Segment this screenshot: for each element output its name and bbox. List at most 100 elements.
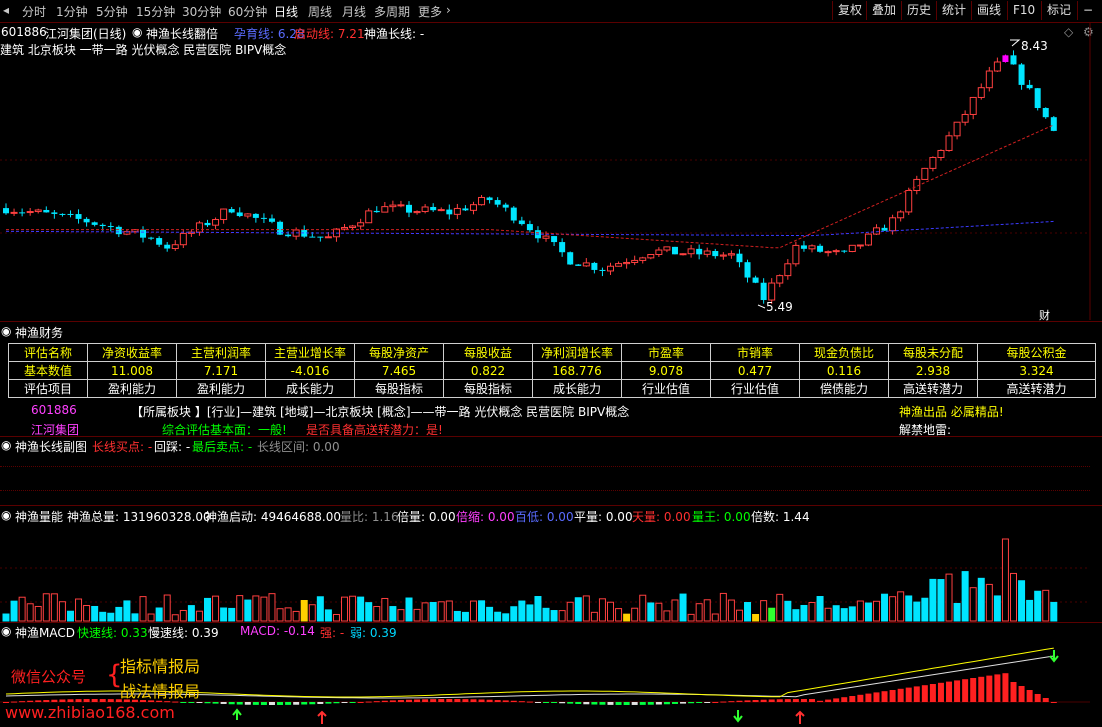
- macd-bar: [462, 699, 469, 702]
- watermark-line1: 指标情报局: [120, 657, 201, 676]
- candle-body: [655, 249, 663, 256]
- volume-bar: [413, 608, 421, 622]
- candle-body: [776, 275, 784, 284]
- macd-bar: [236, 702, 243, 705]
- macd-bar: [341, 702, 348, 703]
- volume-bar: [929, 578, 937, 622]
- macd-bar: [543, 702, 550, 703]
- macd-bar: [962, 679, 969, 702]
- divider: [0, 622, 1102, 623]
- macd-bar: [188, 702, 195, 703]
- candle-body: [889, 217, 897, 232]
- period-tab-1min[interactable]: 1分钟: [56, 3, 88, 20]
- candle-body: [309, 236, 316, 238]
- volume-bar: [341, 596, 349, 622]
- candle-body: [373, 210, 380, 213]
- period-tab-5min[interactable]: 5分钟: [96, 3, 128, 20]
- macd-bar: [897, 688, 904, 702]
- table-cell: 评估项目: [8, 379, 88, 398]
- volume-bar: [582, 595, 590, 622]
- volume-bar: [864, 602, 872, 622]
- candle-body: [848, 244, 856, 253]
- minimize-button[interactable]: −: [1077, 1, 1098, 20]
- table-row: 基本数值 11.008 7.171 -4.016 7.465 0.822 168…: [8, 361, 1096, 380]
- candle-body: [115, 226, 122, 235]
- macd-bar: [881, 691, 888, 702]
- candle-body: [647, 254, 655, 259]
- pane-collapse-icon[interactable]: ◉: [1, 438, 11, 452]
- volume-bar: [115, 606, 123, 622]
- volume-chart[interactable]: [0, 522, 1102, 622]
- macd-bar: [1010, 682, 1017, 702]
- overlay-button[interactable]: 叠加: [866, 1, 901, 20]
- pane-collapse-icon[interactable]: ◉: [1, 508, 11, 522]
- period-tab-30min[interactable]: 30分钟: [182, 3, 221, 20]
- history-button[interactable]: 历史: [901, 1, 936, 20]
- table-cell: 7.465: [354, 361, 444, 380]
- macd-bar: [905, 687, 912, 702]
- macd-bar: [244, 702, 251, 705]
- stats-button[interactable]: 统计: [936, 1, 971, 20]
- candle-body: [349, 225, 357, 228]
- volume-bar: [808, 602, 816, 622]
- draw-line-button[interactable]: 画线: [971, 1, 1006, 20]
- volume-bar: [228, 607, 236, 622]
- table-header-row: 评估名称 净资收益率 主营利润率 主营业增长率 每股净资产 每股收益 净利润增长…: [8, 343, 1096, 362]
- more-chevron-icon[interactable]: ›: [446, 3, 451, 17]
- macd-bar: [946, 681, 953, 702]
- macd-bar: [389, 700, 396, 702]
- mark-button[interactable]: 标记: [1041, 1, 1076, 20]
- table-cell: 0.822: [443, 361, 533, 380]
- period-tab-60min[interactable]: 60分钟: [228, 3, 267, 20]
- pane-collapse-icon[interactable]: ◉: [1, 624, 11, 638]
- volume-bar: [252, 595, 260, 622]
- period-tab-daily[interactable]: 日线: [274, 3, 298, 20]
- period-tab-multi[interactable]: 多周期: [374, 3, 410, 20]
- down-arrow-icon: [733, 710, 743, 723]
- volume-bar: [502, 613, 510, 622]
- volume-bar: [1034, 590, 1042, 622]
- candle-body: [469, 204, 477, 211]
- candle-body: [1034, 88, 1041, 109]
- period-tab-intraday[interactable]: 分时: [22, 3, 46, 20]
- volume-bar: [558, 610, 566, 622]
- macd-bar: [349, 702, 356, 703]
- macd-bar: [615, 702, 622, 705]
- low-marker-arrow: [757, 304, 766, 309]
- macd-bar: [67, 699, 74, 702]
- candle-body: [824, 251, 832, 254]
- price-chart[interactable]: [0, 22, 1102, 320]
- candle-body: [993, 61, 1001, 72]
- volume-bar: [139, 596, 147, 622]
- volume-bar: [969, 587, 977, 622]
- volume-bar: [977, 577, 985, 622]
- candle-body: [1026, 84, 1033, 89]
- macd-bar: [841, 697, 848, 702]
- table-cell: 2.938: [888, 361, 978, 380]
- macd-bar: [889, 690, 896, 702]
- candle-body: [486, 197, 493, 201]
- period-tab-monthly[interactable]: 月线: [342, 3, 366, 20]
- divider: [0, 505, 1102, 506]
- period-tab-more[interactable]: 更多: [418, 3, 442, 20]
- buy-arrow-icon: [317, 710, 327, 724]
- candle-body: [977, 87, 985, 98]
- macd-bar: [180, 702, 187, 703]
- pane-collapse-icon[interactable]: ◉: [1, 324, 11, 338]
- restore-rights-button[interactable]: 复权: [832, 1, 867, 20]
- volume-bar: [792, 609, 800, 622]
- candle-body: [800, 245, 807, 249]
- period-tab-minute[interactable]: ◂: [3, 3, 9, 17]
- macd-bar: [768, 699, 775, 702]
- volume-bar: [526, 604, 534, 622]
- volume-bar: [937, 579, 945, 622]
- period-tab-15min[interactable]: 15分钟: [136, 3, 175, 20]
- period-tab-weekly[interactable]: 周线: [308, 3, 332, 20]
- candle-body: [195, 222, 203, 233]
- f10-button[interactable]: F10: [1007, 1, 1040, 20]
- volume-bar: [26, 603, 34, 622]
- candle-body: [220, 208, 228, 221]
- candle-body: [324, 236, 332, 239]
- table-cell: 成长能力: [532, 379, 622, 398]
- candle-body: [639, 257, 647, 261]
